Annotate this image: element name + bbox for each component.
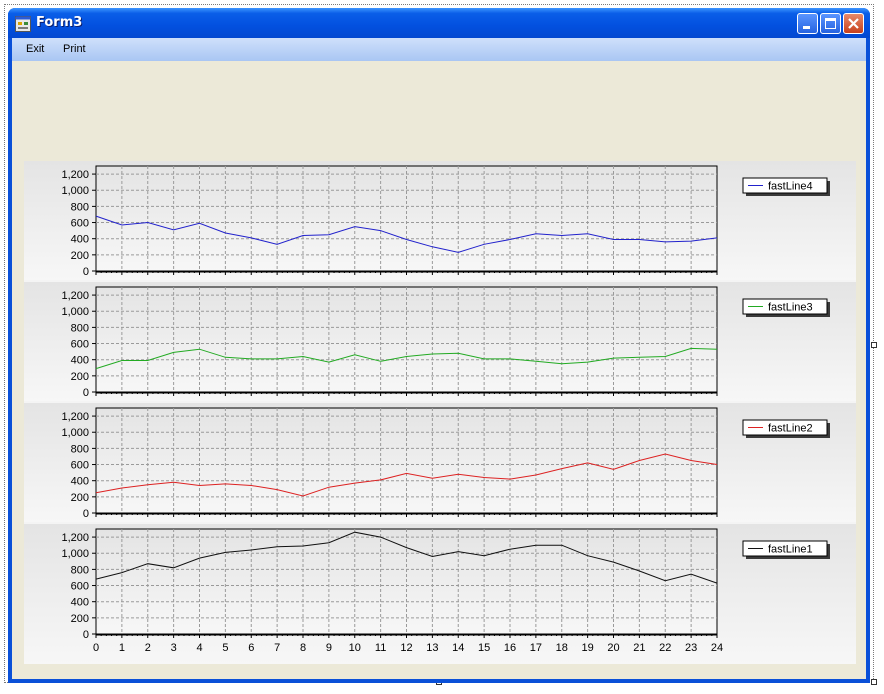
y-tick-label: 0: [83, 266, 89, 278]
legend[interactable]: fastLine1: [742, 540, 830, 559]
resize-grip-right[interactable]: [871, 342, 877, 348]
form-app-icon[interactable]: [15, 16, 31, 32]
x-tick-label: 9: [326, 642, 332, 654]
y-tick-label: 600: [71, 460, 89, 472]
legend[interactable]: fastLine4: [742, 177, 830, 196]
legend-label: fastLine1: [768, 544, 813, 556]
x-tick-label: 6: [248, 642, 254, 654]
minimize-icon: [803, 26, 810, 29]
y-tick-label: 1,200: [61, 532, 89, 544]
x-tick-label: 22: [659, 642, 671, 654]
x-tick-label: 0: [93, 642, 99, 654]
y-tick-label: 800: [71, 443, 89, 455]
title-bar[interactable]: Form3: [8, 8, 870, 38]
x-tick-label: 23: [685, 642, 697, 654]
x-tick-label: 21: [633, 642, 645, 654]
x-tick-label: 7: [274, 642, 280, 654]
minimize-button[interactable]: [797, 13, 818, 34]
menu-bar: Exit Print: [12, 38, 866, 61]
y-tick-label: 0: [83, 629, 89, 641]
window-title: Form3: [36, 15, 83, 30]
x-tick-label: 13: [426, 642, 438, 654]
y-tick-label: 1,000: [61, 306, 89, 318]
x-tick-label: 19: [582, 642, 594, 654]
chart-3[interactable]: 0 200 400 600 800 1,000 1,200 fastLine2: [24, 403, 856, 522]
y-tick-label: 1,000: [61, 548, 89, 560]
maximize-icon: [825, 18, 836, 29]
close-button[interactable]: [843, 13, 864, 34]
x-tick-label: 1: [119, 642, 125, 654]
menu-item-print[interactable]: Print: [63, 43, 86, 55]
x-tick-label: 11: [375, 642, 386, 654]
x-tick-label: 8: [300, 642, 306, 654]
y-tick-label: 800: [71, 201, 89, 213]
y-tick-label: 1,200: [61, 411, 89, 423]
y-tick-label: 1,000: [61, 185, 89, 197]
y-tick-label: 200: [71, 492, 89, 504]
y-tick-label: 200: [71, 371, 89, 383]
x-tick-label: 5: [222, 642, 228, 654]
chart-4[interactable]: 02004006008001,0001,2000 1 2 3 4 5 6 7 8 9 10 11 12 1…: [24, 524, 856, 664]
maximize-button[interactable]: [820, 13, 841, 34]
y-tick-label: 200: [71, 250, 89, 262]
y-tick-label: 600: [71, 339, 89, 351]
legend-label: fastLine3: [768, 302, 813, 314]
chart-1[interactable]: 0 200 400 600 800 1,000 1,200 fastLine4: [24, 161, 856, 280]
menu-item-exit[interactable]: Exit: [26, 43, 44, 55]
y-tick-label: 1,200: [61, 290, 89, 302]
y-tick-label: 0: [83, 387, 89, 399]
x-tick-label: 3: [171, 642, 177, 654]
y-tick-label: 1,000: [61, 427, 89, 439]
x-tick-label: 16: [504, 642, 516, 654]
x-tick-label: 14: [452, 642, 464, 654]
y-tick-label: 1,200: [61, 169, 89, 181]
legend-label: fastLine2: [768, 423, 813, 435]
y-tick-label: 800: [71, 322, 89, 334]
y-tick-label: 800: [71, 564, 89, 576]
y-tick-label: 400: [71, 476, 89, 488]
x-tick-label: 12: [400, 642, 412, 654]
x-tick-label: 20: [607, 642, 619, 654]
y-tick-label: 200: [71, 613, 89, 625]
y-tick-label: 400: [71, 355, 89, 367]
x-tick-label: 15: [478, 642, 490, 654]
y-tick-label: 0: [83, 508, 89, 520]
charts-panel: 0 200 400 600 800 1,000 1,200 fastLine4 0 200 400 6…: [24, 161, 856, 664]
legend[interactable]: fastLine3: [742, 298, 830, 317]
form-client-area: Exit Print 0 200 400 600 800 1,000 1,200 fastLi…: [12, 38, 866, 679]
y-tick-label: 400: [71, 597, 89, 609]
chart-2[interactable]: 0 200 400 600 800 1,000 1,200 fastLine3: [24, 282, 856, 401]
form-window: Form3 Exit Print 0 200 400 600 800 1,000…: [8, 8, 870, 683]
x-tick-label: 24: [711, 642, 723, 654]
x-tick-label: 4: [196, 642, 202, 654]
legend[interactable]: fastLine2: [742, 419, 830, 438]
y-tick-label: 600: [71, 218, 89, 230]
x-tick-label: 18: [556, 642, 568, 654]
legend-label: fastLine4: [768, 181, 813, 193]
x-tick-label: 17: [530, 642, 542, 654]
y-tick-label: 600: [71, 581, 89, 593]
resize-grip-corner[interactable]: [871, 679, 877, 685]
x-tick-label: 2: [145, 642, 151, 654]
charts-canvas[interactable]: 02004006008001,0001,200fastLine402004006…: [24, 161, 856, 664]
y-tick-label: 400: [71, 234, 89, 246]
close-icon: [848, 18, 859, 29]
x-tick-label: 10: [349, 642, 361, 654]
